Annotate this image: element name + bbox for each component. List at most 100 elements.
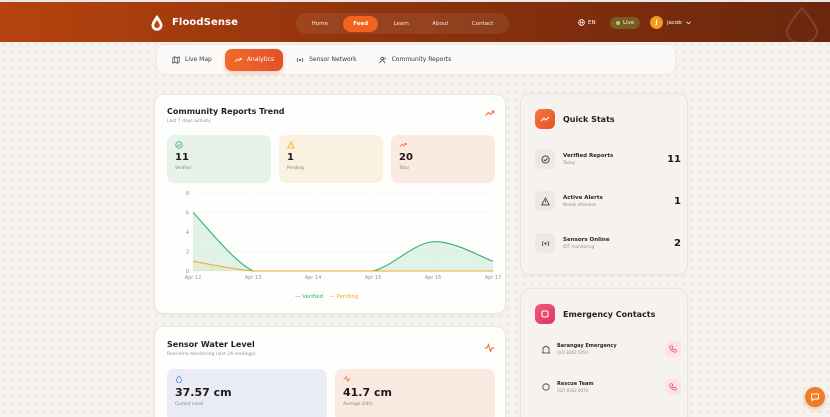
average-level-box: 41.7 cm Average (24h)	[335, 369, 495, 417]
contact-name: Rescue Team	[557, 381, 594, 387]
pending-stat: 1 Pending	[279, 135, 383, 183]
x-tick-label: Apr 14	[305, 275, 322, 281]
x-tick-label: Apr 13	[245, 275, 262, 281]
emergency-icon	[535, 304, 555, 324]
stat-label: Active Alerts	[563, 195, 603, 201]
nav-feed[interactable]: Feed	[343, 15, 379, 32]
verified-stat: 11 Verified	[167, 135, 271, 183]
current-level-value: 37.57 cm	[175, 386, 232, 399]
pending-count: 1	[287, 152, 294, 163]
user-name: jacob	[667, 19, 682, 26]
x-tick-label: Apr 15	[365, 275, 382, 281]
tab-live-map[interactable]: Live Map	[163, 49, 221, 71]
user-menu[interactable]: J jacob	[650, 16, 691, 29]
contact-number: (02) 8362 0054	[557, 350, 589, 355]
average-level-label: Average (24h)	[343, 401, 373, 406]
top-navbar: FloodSense Home Feed Learn About Contact…	[0, 0, 830, 44]
sensor-icon	[541, 240, 549, 246]
stat-sub: Needs attention	[563, 202, 597, 207]
map-icon	[172, 55, 180, 64]
building-icon	[542, 345, 550, 354]
chat-button[interactable]	[805, 387, 825, 407]
nav-learn[interactable]: Learn	[386, 17, 417, 31]
card-subtitle: Last 7 days activity	[167, 119, 211, 124]
contact-row: Rescue Team (02) 8362 0070	[541, 374, 681, 400]
quick-stats-card: Quick Stats Verified Reports Today 11 Ac…	[520, 93, 688, 275]
current-level-label: Current Level	[175, 401, 204, 406]
shield-icon	[541, 310, 549, 318]
language-label: EN	[588, 19, 596, 26]
tab-community-reports-label: Community Reports	[391, 56, 452, 63]
main-nav: Home Feed Learn About Contact	[296, 13, 509, 34]
check-circle-icon	[175, 141, 183, 149]
tab-community-reports[interactable]: Community Reports	[370, 49, 461, 71]
language-selector[interactable]: EN	[578, 19, 596, 26]
legend-verified-label: Verified	[302, 294, 324, 300]
live-status-badge: Live	[610, 17, 641, 29]
stat-label: Sensors Online	[563, 237, 610, 243]
emergency-contacts-card: Emergency Contacts Barangay Emergency (0…	[520, 288, 688, 417]
total-label: Total	[399, 165, 409, 170]
trending-icon	[485, 110, 495, 116]
contact-number: (02) 8362 0070	[557, 388, 589, 393]
stat-row-sensors: Sensors Online IOT monitoring 2	[535, 228, 681, 258]
card-title: Community Reports Trend	[167, 107, 285, 116]
phone-icon	[669, 383, 677, 391]
contact-name: Barangay Emergency	[557, 343, 617, 349]
series-area-verified	[193, 212, 493, 271]
legend-pending-label: Pending	[336, 294, 359, 300]
y-tick-label: 2	[186, 249, 189, 255]
trending-icon	[540, 116, 550, 122]
pending-label: Pending	[287, 165, 304, 170]
stat-row-icon	[535, 191, 555, 211]
stat-label: Verified Reports	[563, 153, 614, 159]
sensor-icon	[296, 57, 304, 62]
person-icon	[542, 383, 550, 391]
nav-about[interactable]: About	[424, 17, 456, 31]
tab-analytics-label: Analytics	[246, 56, 275, 63]
stat-row-alerts: Active Alerts Needs attention 1	[535, 186, 681, 216]
x-tick-label: Apr 12	[185, 275, 202, 281]
brand-logo[interactable]: FloodSense	[150, 14, 238, 31]
nav-home[interactable]: Home	[304, 17, 336, 31]
warning-icon	[287, 141, 295, 149]
warning-icon	[540, 196, 550, 205]
chart-legend: — Verified — Pending	[295, 294, 358, 300]
x-tick-label: Apr 16	[425, 275, 442, 281]
droplet-watermark-icon	[785, 6, 819, 44]
stat-row-verified: Verified Reports Today 11	[535, 144, 681, 174]
sensor-water-level-card: Sensor Water Level Real-time monitoring …	[154, 326, 506, 417]
call-button[interactable]	[665, 341, 681, 357]
chevron-down-icon	[685, 20, 691, 24]
total-stat: 20 Total	[391, 135, 495, 183]
quick-stats-title: Quick Stats	[563, 115, 615, 124]
reports-trend-chart: 8 6 4 2 0Apr 12 Apr 13 Apr 14 Apr 15 Apr 16 Apr 1…	[185, 191, 501, 281]
check-circle-icon	[540, 154, 550, 164]
community-reports-trend-card: Community Reports Trend Last 7 days acti…	[154, 94, 506, 314]
tab-analytics[interactable]: Analytics	[224, 48, 284, 71]
legend-verified: — Verified	[295, 294, 324, 300]
stat-value: 1	[674, 195, 681, 207]
stat-sub: Today	[563, 160, 576, 165]
tab-sensor-network[interactable]: Sensor Network	[287, 49, 366, 71]
activity-icon	[343, 375, 351, 383]
stat-row-icon	[535, 233, 555, 253]
card-subtitle: Real-time monitoring (last 24 readings)	[167, 352, 256, 357]
tab-sensor-network-label: Sensor Network	[309, 56, 357, 63]
y-tick-label: 6	[186, 210, 189, 216]
average-level-value: 41.7 cm	[343, 386, 392, 399]
contact-row: Barangay Emergency (02) 8362 0054	[541, 336, 681, 362]
trending-icon	[234, 57, 242, 62]
y-tick-label: 0	[186, 269, 189, 275]
avatar: J	[650, 16, 663, 29]
emergency-title: Emergency Contacts	[563, 310, 656, 319]
droplet-logo-icon	[151, 15, 163, 31]
y-tick-label: 4	[186, 230, 189, 236]
call-button[interactable]	[665, 379, 681, 395]
card-title: Sensor Water Level	[167, 340, 255, 349]
nav-contact[interactable]: Contact	[464, 17, 501, 31]
live-label: Live	[623, 20, 635, 26]
x-tick-label: Apr 17	[485, 275, 501, 281]
verified-label: Verified	[175, 165, 191, 170]
current-level-box: 37.57 cm Current Level	[167, 369, 327, 417]
